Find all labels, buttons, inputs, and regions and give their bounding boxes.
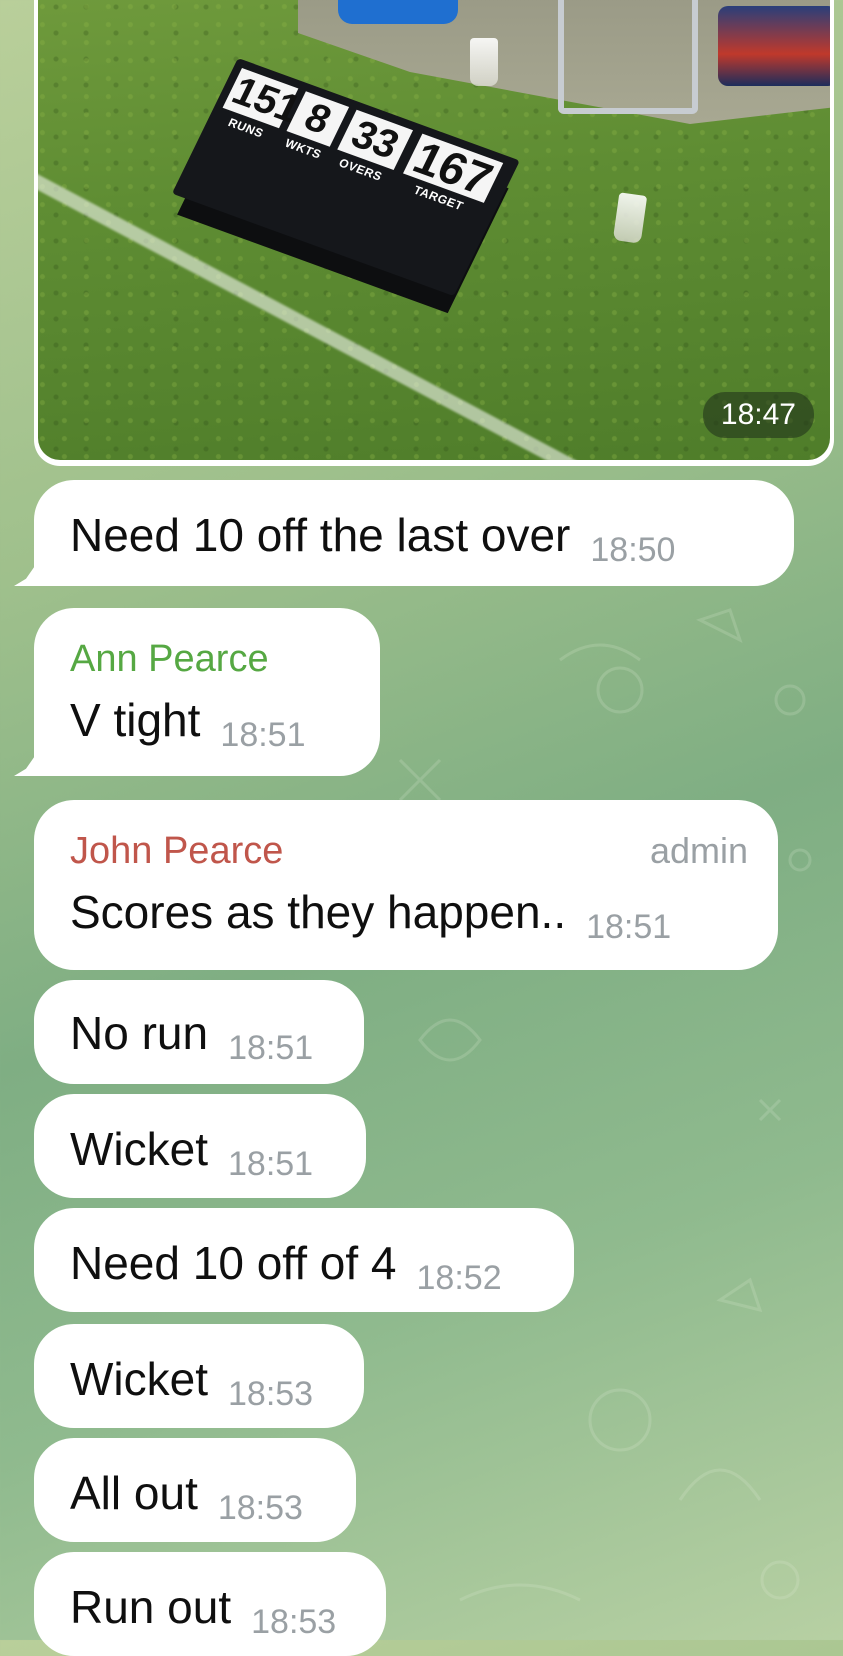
message-text: Wicket	[70, 1123, 208, 1175]
message-time: 18:51	[220, 716, 306, 754]
message-text: Scores as they happen..	[70, 886, 567, 938]
message-time: 18:50	[590, 531, 676, 569]
message-bubble[interactable]: Ann Pearce V tight 18:51	[34, 608, 380, 776]
message-bubble[interactable]: John Pearce admin Scores as they happen.…	[34, 800, 778, 970]
shoes	[338, 0, 458, 24]
message-time: 18:53	[228, 1375, 314, 1413]
message-time: 18:53	[217, 1489, 303, 1527]
message-time: 18:51	[228, 1145, 314, 1183]
photo-timestamp: 18:47	[702, 392, 814, 438]
folding-chair	[558, 0, 698, 114]
sender-name[interactable]: Ann Pearce	[70, 638, 344, 681]
kit-bag	[718, 6, 830, 86]
message-bubble[interactable]: Run out 18:53	[34, 1552, 386, 1656]
message-time: 18:52	[416, 1259, 502, 1297]
admin-badge: admin	[649, 830, 748, 871]
message-bubble[interactable]: Need 10 off of 4 18:52	[34, 1208, 574, 1312]
message-time: 18:51	[228, 1029, 314, 1067]
scoreboard-photo[interactable]: 151 RUNS 8 WKTS 33 OVERS 167 TARGET 18:4…	[38, 0, 830, 460]
photo-message[interactable]: 151 RUNS 8 WKTS 33 OVERS 167 TARGET 18:4…	[34, 0, 834, 466]
plastic-cup	[470, 38, 498, 86]
message-bubble[interactable]: Wicket 18:53	[34, 1324, 364, 1428]
message-bubble[interactable]: No run 18:51	[34, 980, 364, 1084]
message-text: Run out	[70, 1581, 232, 1633]
message-text: Wicket	[70, 1353, 208, 1405]
sender-name[interactable]: John Pearce	[70, 830, 742, 873]
message-text: Need 10 off of 4	[70, 1237, 397, 1289]
message-text: No run	[70, 1007, 209, 1059]
message-text: All out	[70, 1467, 198, 1519]
message-text: V tight	[70, 694, 201, 746]
message-bubble[interactable]: All out 18:53	[34, 1438, 356, 1542]
message-bubble[interactable]: Need 10 off the last over 18:50	[34, 480, 794, 586]
message-time: 18:53	[251, 1603, 337, 1641]
message-bubble[interactable]: Wicket 18:51	[34, 1094, 366, 1198]
message-text: Need 10 off the last over	[70, 509, 571, 561]
message-time: 18:51	[586, 908, 672, 946]
